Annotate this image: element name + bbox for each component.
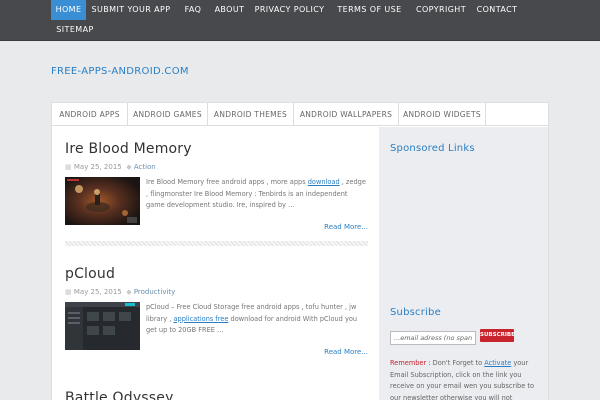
post-title[interactable]: Ire Blood Memory <box>65 141 192 157</box>
activate-link[interactable]: Activate <box>484 359 511 367</box>
category-tab-android-apps[interactable]: ANDROID APPS <box>52 103 128 126</box>
nav-item-copyright[interactable]: COPYRIGHT <box>409 0 473 20</box>
category-navigation: ANDROID APPS ANDROID GAMES ANDROID THEME… <box>52 103 548 126</box>
post-excerpt: Ire Blood Memory free android apps , mor… <box>146 177 368 212</box>
excerpt-link[interactable]: download <box>308 178 340 186</box>
sidebar: Sponsored Links Subscribe ...email adres… <box>379 127 548 400</box>
read-more-link[interactable]: Read More... <box>324 223 368 231</box>
post-title[interactable]: Battle Odyssey <box>65 390 174 400</box>
calendar-icon: ▦ <box>65 288 72 296</box>
nav-item-privacy-policy[interactable]: PRIVACY POLICY <box>249 0 330 20</box>
remember-label: Remember : <box>390 359 431 367</box>
site-title[interactable]: FREE-APPS-ANDROID.COM <box>51 66 189 77</box>
read-more-link[interactable]: Read More... <box>324 348 368 356</box>
post-category[interactable]: Action <box>134 163 156 171</box>
post-thumbnail[interactable] <box>65 302 140 350</box>
top-navigation-bar: HOME SUBMIT YOUR APP FAQ ABOUT PRIVACY P… <box>0 0 600 41</box>
category-tab-android-widgets[interactable]: ANDROID WIDGETS <box>399 103 486 126</box>
post-title[interactable]: pCloud <box>65 266 115 282</box>
category-tab-android-wallpapers[interactable]: ANDROID WALLPAPERS <box>294 103 399 126</box>
category-tab-android-games[interactable]: ANDROID GAMES <box>128 103 208 126</box>
tag-icon: ◆ <box>126 288 132 296</box>
nav-item-terms-of-use[interactable]: TERMS OF USE <box>330 0 409 20</box>
email-field[interactable]: ...email adress (no span <box>390 331 476 345</box>
post-item: Battle Odyssey <box>65 390 368 400</box>
post-category[interactable]: Productivity <box>134 288 176 296</box>
posts-column: Ire Blood Memory ▦ May 25, 2015 ◆ Action <box>52 127 379 400</box>
nav-item-faq[interactable]: FAQ <box>176 0 210 20</box>
main-content-box: ANDROID APPS ANDROID GAMES ANDROID THEME… <box>51 102 549 400</box>
nav-item-sitemap[interactable]: SITEMAP <box>51 20 99 40</box>
post-date: May 25, 2015 <box>73 163 122 171</box>
post-item: pCloud ▦ May 25, 2015 ◆ Productivity pCl… <box>65 266 368 391</box>
category-tab-android-themes[interactable]: ANDROID THEMES <box>208 103 294 126</box>
subscribe-button[interactable]: SUBSCRIBE <box>480 329 515 342</box>
tag-icon: ◆ <box>126 163 132 171</box>
post-separator <box>65 241 368 246</box>
subscribe-note: Remember : Don't Forget to Activate your… <box>390 358 542 400</box>
subscribe-heading: Subscribe <box>390 307 441 318</box>
nav-item-contact[interactable]: CONTACT <box>473 0 521 20</box>
excerpt-text: Ire Blood Memory free android apps , mor… <box>146 178 308 186</box>
nav-item-submit-your-app[interactable]: SUBMIT YOUR APP <box>86 0 176 20</box>
post-excerpt: pCloud – Free Cloud Storage free android… <box>146 302 368 337</box>
post-date: May 25, 2015 <box>73 288 122 296</box>
calendar-icon: ▦ <box>65 163 72 171</box>
post-thumbnail[interactable] <box>65 177 140 225</box>
excerpt-link[interactable]: applications free <box>174 315 229 323</box>
nav-item-about[interactable]: ABOUT <box>210 0 249 20</box>
post-meta: ▦ May 25, 2015 ◆ Action <box>65 163 156 173</box>
note-text: Don't Forget to <box>430 359 485 367</box>
nav-item-home[interactable]: HOME <box>51 0 86 20</box>
post-item: Ire Blood Memory ▦ May 25, 2015 ◆ Action <box>65 141 368 266</box>
post-meta: ▦ May 25, 2015 ◆ Productivity <box>65 288 175 298</box>
sponsored-links-heading: Sponsored Links <box>390 143 475 154</box>
